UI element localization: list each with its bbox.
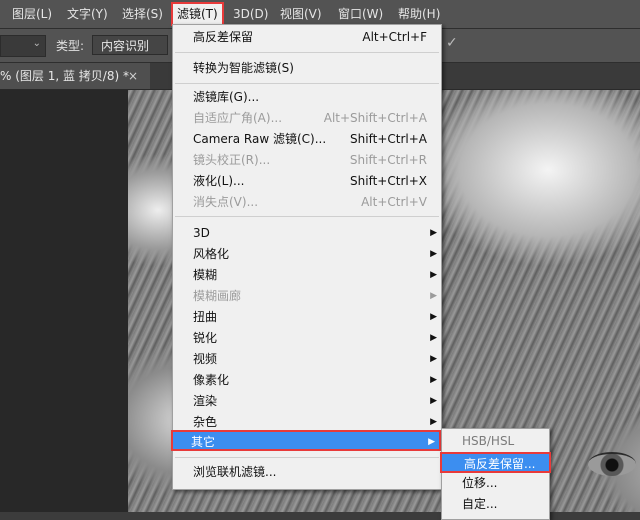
submenu-arrow-icon: ▶: [430, 291, 437, 301]
menu-item-render[interactable]: 渲染 ▶: [173, 391, 441, 412]
submenu-item-high-pass[interactable]: 高反差保留...: [440, 452, 551, 473]
menu-item-distort[interactable]: 扭曲 ▶: [173, 307, 441, 328]
menu-item-video[interactable]: 视频 ▶: [173, 349, 441, 370]
menu-item-blur-gallery: 模糊画廊 ▶: [173, 286, 441, 307]
menu-help[interactable]: 帮助(H): [394, 4, 444, 24]
menu-view[interactable]: 视图(V): [276, 4, 326, 24]
menu-item-high-pass-last[interactable]: 高反差保留 Alt+Ctrl+F: [173, 27, 441, 48]
submenu-arrow-icon: ▶: [430, 333, 437, 343]
menu-filter[interactable]: 滤镜(T): [171, 2, 224, 26]
menu-3d[interactable]: 3D(D): [229, 4, 272, 24]
submenu-item-hsb-hsl[interactable]: HSB/HSL: [442, 431, 549, 452]
menu-layer[interactable]: 图层(L): [8, 4, 56, 24]
menu-item-other[interactable]: 其它 ▶: [171, 430, 441, 451]
document-tab[interactable]: % (图层 1, 蓝 拷贝/8) * ×: [0, 63, 150, 89]
chevron-down-icon: ⌄: [32, 38, 41, 49]
close-icon[interactable]: ×: [128, 63, 138, 89]
submenu-arrow-icon: ▶: [430, 375, 437, 385]
menu-item-liquify[interactable]: 液化(L)... Shift+Ctrl+X: [173, 171, 441, 192]
menu-select[interactable]: 选择(S): [118, 4, 167, 24]
menu-item-browse-online-filters[interactable]: 浏览联机滤镜...: [173, 462, 441, 483]
menu-item-sharpen[interactable]: 锐化 ▶: [173, 328, 441, 349]
filter-menu: 高反差保留 Alt+Ctrl+F 转换为智能滤镜(S) 滤镜库(G)... 自适…: [171, 24, 442, 490]
submenu-arrow-icon: ▶: [430, 249, 437, 259]
menu-item-3d[interactable]: 3D ▶: [173, 223, 441, 244]
menu-divider: [175, 83, 439, 84]
menu-window[interactable]: 窗口(W): [334, 4, 387, 24]
submenu-arrow-icon: ▶: [430, 270, 437, 280]
photo-eye: [588, 452, 636, 476]
type-label: 类型:: [56, 39, 85, 53]
type-dropdown[interactable]: 内容识别: [92, 35, 168, 55]
brush-icon[interactable]: ✓: [446, 35, 458, 51]
document-tab-title: % (图层 1, 蓝 拷贝/8) *: [0, 69, 129, 83]
menu-divider: [175, 52, 439, 53]
menu-item-lens-correction: 镜头校正(R)... Shift+Ctrl+R: [193, 153, 427, 167]
submenu-arrow-icon: ▶: [430, 396, 437, 406]
menu-divider: [175, 216, 439, 217]
submenu-arrow-icon: ▶: [430, 354, 437, 364]
submenu-item-offset[interactable]: 位移...: [442, 473, 549, 494]
menu-item-filter-gallery[interactable]: 滤镜库(G)...: [173, 87, 441, 108]
menu-item-blur[interactable]: 模糊 ▶: [173, 265, 441, 286]
tool-preset-picker[interactable]: ⌄: [0, 35, 46, 57]
menu-item-adaptive-wide-angle: 自适应广角(A)... Alt+Shift+Ctrl+A: [193, 111, 427, 125]
other-submenu: HSB/HSL 高反差保留... 位移... 自定...: [440, 428, 551, 520]
menu-divider: [175, 457, 439, 458]
menu-item-pixelate[interactable]: 像素化 ▶: [173, 370, 441, 391]
menu-type[interactable]: 文字(Y): [63, 4, 112, 24]
menu-item-camera-raw[interactable]: Camera Raw 滤镜(C)... Shift+Ctrl+A: [173, 129, 441, 150]
menu-item-stylize[interactable]: 风格化 ▶: [173, 244, 441, 265]
submenu-arrow-icon: ▶: [430, 228, 437, 238]
menu-item-convert-smart-filter[interactable]: 转换为智能滤镜(S): [173, 58, 441, 79]
submenu-arrow-icon: ▶: [428, 437, 435, 447]
menu-item-vanishing-point: 消失点(V)... Alt+Ctrl+V: [193, 195, 427, 209]
submenu-arrow-icon: ▶: [430, 312, 437, 322]
